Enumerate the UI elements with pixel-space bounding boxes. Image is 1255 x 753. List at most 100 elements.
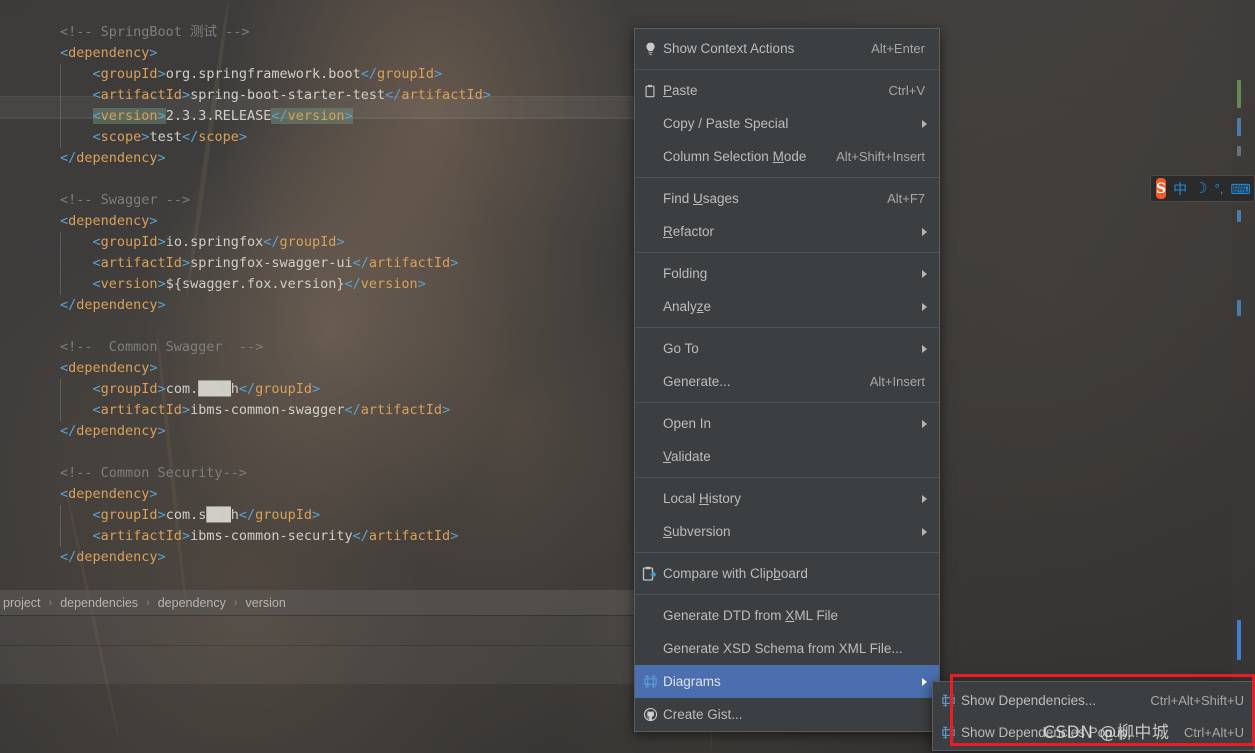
code-token: > <box>450 255 459 271</box>
indent-guide <box>60 505 61 526</box>
breadcrumb-item-dependencies[interactable]: dependencies <box>57 596 141 610</box>
breadcrumb-item-version[interactable]: version <box>243 596 289 610</box>
menu-item-analyze[interactable]: Analyze <box>635 290 939 323</box>
code-line[interactable]: <artifactId>ibms-common-security</artifa… <box>0 526 634 547</box>
code-line[interactable]: <groupId>com.████h</groupId> <box>0 379 634 400</box>
menu-item-paste[interactable]: Paste Ctrl+V <box>635 74 939 107</box>
bottom-tool-window[interactable] <box>0 615 634 753</box>
editor-marker-gutter[interactable] <box>1232 0 1255 753</box>
code-line[interactable]: <!-- Common Swagger --> <box>0 337 634 358</box>
code-line[interactable]: <scope>test</scope> <box>0 127 634 148</box>
gutter-marker-blue[interactable] <box>1237 620 1241 660</box>
code-token: groupId <box>255 381 313 397</box>
code-line[interactable]: <dependency> <box>0 43 634 64</box>
code-line[interactable]: <artifactId>springfox-swagger-ui</artifa… <box>0 253 634 274</box>
gutter-marker-blue[interactable] <box>1237 210 1241 222</box>
menu-item-folding[interactable]: Folding <box>635 257 939 290</box>
code-token: < <box>92 402 101 418</box>
code-token: org.springframework.boot <box>165 66 361 82</box>
chevron-right-icon <box>922 119 927 128</box>
menu-item-refactor[interactable]: Refactor <box>635 215 939 248</box>
editor-context-menu[interactable]: Show Context Actions Alt+Enter Paste Ctrl+V… <box>634 28 940 732</box>
code-token: < <box>92 108 101 124</box>
menu-item-shortcut: Alt+Enter <box>871 41 925 56</box>
code-line[interactable]: </dependency> <box>0 547 634 568</box>
code-token: > <box>433 66 443 82</box>
menu-item-generate-xsd-schema-from-xml-file[interactable]: Generate XSD Schema from XML File... <box>635 632 939 665</box>
menu-item-local-history[interactable]: Local History <box>635 482 939 515</box>
code-line[interactable]: </dependency> <box>0 148 634 169</box>
submenu-item-shortcut: Ctrl+Alt+Shift+U <box>1150 692 1244 708</box>
breadcrumb-item-project[interactable]: project <box>0 596 44 610</box>
chevron-right-icon <box>922 527 927 536</box>
menu-item-generate[interactable]: Generate... Alt+Insert <box>635 365 939 398</box>
menu-item-label: Generate XSD Schema from XML File... <box>663 641 903 656</box>
code-line[interactable]: <dependency> <box>0 484 634 505</box>
code-line[interactable] <box>0 442 634 463</box>
breadcrumb-item-dependency[interactable]: dependency <box>155 596 229 610</box>
gutter-marker-grey[interactable] <box>1237 146 1241 156</box>
menu-item-copy-paste-special[interactable]: Copy / Paste Special <box>635 107 939 140</box>
indent-guide <box>60 526 61 547</box>
menu-item-label: Column Selection Mode <box>663 149 807 164</box>
submenu-item-show-dependencies[interactable]: Show Dependencies... Ctrl+Alt+Shift+U <box>933 684 1254 716</box>
menu-item-generate-dtd-from-xml-file[interactable]: Generate DTD from XML File <box>635 599 939 632</box>
ime-chinese-mode-icon[interactable]: 中 <box>1173 182 1187 196</box>
code-editor-pane[interactable]: <!-- SpringBoot 测试 --> <dependency> <grou… <box>0 0 634 590</box>
code-token: springfox-swagger-ui <box>190 255 353 271</box>
code-token: < <box>60 486 69 502</box>
sogou-logo-icon[interactable]: S <box>1156 178 1167 199</box>
menu-item-diagrams[interactable]: Diagrams <box>635 665 939 698</box>
menu-item-compare-with-clipboard[interactable]: Compare with Clipboard <box>635 557 939 590</box>
ime-keyboard-icon[interactable]: ⌨ <box>1230 182 1250 196</box>
indent-guide <box>60 400 61 421</box>
code-token: > <box>238 129 247 145</box>
code-token: > <box>344 108 353 124</box>
submenu-item-show-dependencies-popup[interactable]: Show Dependencies Popup... Ctrl+Alt+U <box>933 716 1254 748</box>
gutter-marker-blue[interactable] <box>1237 300 1241 316</box>
menu-item-subversion[interactable]: Subversion <box>635 515 939 548</box>
code-line[interactable]: <groupId>com.s███h</groupId> <box>0 505 634 526</box>
code-line[interactable]: <groupId>org.springframework.boot</group… <box>0 64 634 85</box>
indent-guide <box>60 274 61 295</box>
code-line[interactable] <box>0 169 634 190</box>
menu-item-column-selection-mode[interactable]: Column Selection Mode Alt+Shift+Insert <box>635 140 939 173</box>
breadcrumb[interactable]: project › dependencies › dependency › ve… <box>0 590 634 615</box>
menu-item-go-to[interactable]: Go To <box>635 332 939 365</box>
ime-punctuation-icon[interactable]: °, <box>1215 182 1224 195</box>
code-line[interactable]: <artifactId>spring-boot-starter-test</ar… <box>0 85 634 106</box>
menu-item-show-context-actions[interactable]: Show Context Actions Alt+Enter <box>635 32 939 65</box>
menu-item-validate[interactable]: Validate <box>635 440 939 473</box>
code-token: com.████h <box>165 381 239 397</box>
code-token: < <box>60 45 69 61</box>
ime-moon-icon[interactable]: ☽ <box>1194 181 1207 196</box>
code-line[interactable]: <!-- Common Security--> <box>0 463 634 484</box>
code-line[interactable]: <dependency> <box>0 358 634 379</box>
diagrams-submenu[interactable]: Show Dependencies... Ctrl+Alt+Shift+U Show… <box>932 681 1255 751</box>
code-token: > <box>157 276 166 292</box>
menu-item-label: Show Dependencies Popup... <box>961 724 1139 740</box>
code-line[interactable]: <!-- SpringBoot 测试 --> <box>0 22 634 43</box>
sogou-ime-toolbar[interactable]: S 中 ☽ °, ⌨ <box>1150 175 1255 202</box>
menu-item-create-gist[interactable]: Create Gist... <box>635 698 939 731</box>
code-token: <!-- Swagger --> <box>60 192 191 208</box>
code-line[interactable] <box>0 316 634 337</box>
menu-item-open-in[interactable]: Open In <box>635 407 939 440</box>
menu-item-find-usages[interactable]: Find Usages Alt+F7 <box>635 182 939 215</box>
menu-item-label: Paste <box>663 83 698 98</box>
code-lines[interactable]: <!-- SpringBoot 测试 --> <dependency> <grou… <box>0 22 634 568</box>
code-line[interactable]: </dependency> <box>0 295 634 316</box>
gutter-marker-green[interactable] <box>1237 80 1241 108</box>
code-token: groupId <box>377 66 434 82</box>
code-line[interactable]: </dependency> <box>0 421 634 442</box>
menu-item-shortcut: Alt+F7 <box>887 191 925 206</box>
code-line[interactable]: <!-- Swagger --> <box>0 190 634 211</box>
code-token: < <box>60 213 69 229</box>
gutter-marker-blue[interactable] <box>1237 118 1241 136</box>
code-line[interactable]: <dependency> <box>0 211 634 232</box>
code-line[interactable]: <groupId>io.springfox</groupId> <box>0 232 634 253</box>
code-token: > <box>181 87 191 103</box>
code-token: groupId <box>100 381 158 397</box>
code-line[interactable]: <artifactId>ibms-common-swagger</artifac… <box>0 400 634 421</box>
code-line[interactable]: <version>${swagger.fox.version}</version… <box>0 274 634 295</box>
